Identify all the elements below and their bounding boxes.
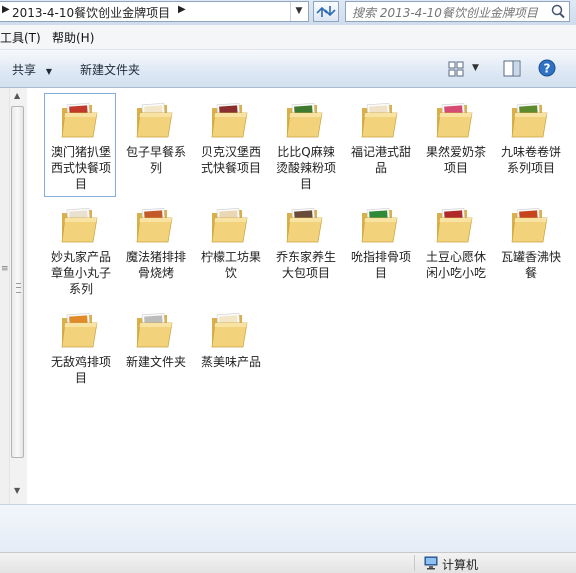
folder-item[interactable]: 魔法猪排排骨烧烤 bbox=[119, 198, 191, 302]
details-pane bbox=[0, 504, 576, 553]
breadcrumb-chevron-icon[interactable]: ▶ bbox=[178, 4, 186, 15]
folder-icon bbox=[61, 102, 98, 138]
folder-name: 果然爱奶茶项目 bbox=[425, 145, 486, 175]
svg-text:?: ? bbox=[544, 62, 551, 76]
address-row: ▶ 2013-4-10餐饮创业金牌项目 ▶ ▼ bbox=[0, 0, 576, 25]
menu-help[interactable]: 帮助(H) bbox=[52, 29, 94, 46]
folder-item[interactable]: 新建文件夹 bbox=[119, 303, 191, 407]
folder-icon bbox=[211, 102, 248, 138]
folder-icon bbox=[436, 207, 473, 243]
folder-icon bbox=[286, 102, 323, 138]
splitter-grip-icon[interactable]: ≡ bbox=[1, 264, 9, 274]
folder-icon bbox=[211, 207, 248, 243]
folder-name: 蒸美味产品 bbox=[200, 355, 261, 369]
folder-icon bbox=[136, 102, 173, 138]
folder-item[interactable]: 无敌鸡排项目 bbox=[44, 303, 116, 407]
view-options-dropdown-icon[interactable]: ▼ bbox=[472, 63, 479, 73]
folder-icon bbox=[61, 312, 98, 348]
folder-icon bbox=[61, 207, 98, 243]
computer-icon bbox=[424, 556, 438, 570]
command-bar: 共享 ▼ 新建文件夹 ▼ ? bbox=[0, 50, 576, 88]
folder-item[interactable]: 蒸美味产品 bbox=[194, 303, 266, 407]
folder-name: 魔法猪排排骨烧烤 bbox=[125, 250, 186, 280]
chevron-down-icon: ▼ bbox=[295, 6, 303, 16]
menu-tools[interactable]: 工具(T) bbox=[0, 29, 41, 46]
search-input[interactable] bbox=[350, 3, 544, 22]
folder-name: 贝克汉堡西式快餐项目 bbox=[200, 145, 261, 175]
address-bar[interactable]: ▶ 2013-4-10餐饮创业金牌项目 ▶ ▼ bbox=[0, 1, 309, 22]
share-button[interactable]: 共享 ▼ bbox=[12, 61, 52, 78]
folder-icon bbox=[511, 102, 548, 138]
folder-item[interactable]: 包子早餐系列 bbox=[119, 93, 191, 197]
folder-icon bbox=[211, 312, 248, 348]
new-folder-button[interactable]: 新建文件夹 bbox=[80, 61, 140, 78]
vertical-scrollbar[interactable]: ▲ ▼ bbox=[9, 88, 28, 504]
preview-pane-icon[interactable] bbox=[503, 60, 521, 77]
refresh-button[interactable] bbox=[313, 1, 339, 22]
folder-item[interactable]: 贝克汉堡西式快餐项目 bbox=[194, 93, 266, 197]
folder-name: 乔东家养生大包项目 bbox=[275, 250, 336, 280]
folder-icon bbox=[136, 312, 173, 348]
refresh-icon bbox=[316, 6, 336, 17]
file-list: 澳门猪扒堡西式快餐项目 包子早餐系列 贝克汉堡西式快餐项目 比比Q麻辣烫酸辣粉项目 福记… bbox=[27, 88, 576, 504]
folder-item[interactable]: 乔东家养生大包项目 bbox=[269, 198, 341, 302]
folder-name: 新建文件夹 bbox=[125, 355, 186, 369]
view-options-icon[interactable] bbox=[448, 61, 464, 77]
folder-item[interactable]: 比比Q麻辣烫酸辣粉项目 bbox=[269, 93, 341, 197]
folder-name: 福记港式甜品 bbox=[350, 145, 411, 175]
folder-name: 吮指排骨项目 bbox=[350, 250, 411, 280]
chevron-down-icon: ▼ bbox=[45, 67, 52, 76]
menu-bar: 工具(T) 帮助(H) bbox=[0, 25, 576, 50]
folder-item[interactable]: 土豆心愿休闲小吃小吃 bbox=[419, 198, 491, 302]
share-button-label: 共享 bbox=[12, 63, 37, 77]
folder-item[interactable]: 瓦罐香沸快餐 bbox=[494, 198, 566, 302]
folder-name: 无敌鸡排项目 bbox=[50, 355, 111, 385]
folder-name: 土豆心愿休闲小吃小吃 bbox=[425, 250, 486, 280]
folder-name: 瓦罐香沸快餐 bbox=[500, 250, 561, 280]
search-box[interactable] bbox=[345, 1, 570, 22]
folder-name: 妙丸家产品章鱼小丸子系列 bbox=[50, 250, 111, 296]
folder-icon bbox=[361, 102, 398, 138]
address-history-dropdown[interactable]: ▼ bbox=[290, 2, 307, 21]
folder-name: 澳门猪扒堡西式快餐项目 bbox=[50, 145, 111, 191]
status-bar: 计算机 bbox=[0, 552, 576, 573]
folder-name: 比比Q麻辣烫酸辣粉项目 bbox=[275, 145, 336, 191]
scroll-up-icon[interactable]: ▲ bbox=[14, 91, 20, 100]
breadcrumb-current-folder[interactable]: 2013-4-10餐饮创业金牌项目 bbox=[12, 4, 170, 21]
folder-name: 九味卷卷饼系列项目 bbox=[500, 145, 561, 175]
folder-icon bbox=[511, 207, 548, 243]
folder-item[interactable]: 九味卷卷饼系列项目 bbox=[494, 93, 566, 197]
folder-name: 包子早餐系列 bbox=[125, 145, 186, 175]
search-icon[interactable] bbox=[549, 3, 567, 20]
folder-item[interactable]: 柠檬工坊果饮 bbox=[194, 198, 266, 302]
folder-item[interactable]: 吮指排骨项目 bbox=[344, 198, 416, 302]
folder-icon bbox=[436, 102, 473, 138]
computer-label: 计算机 bbox=[442, 558, 479, 572]
folder-icon bbox=[286, 207, 323, 243]
folder-icon bbox=[361, 207, 398, 243]
folder-icon bbox=[136, 207, 173, 243]
folder-item[interactable]: 果然爱奶茶项目 bbox=[419, 93, 491, 197]
scrollbar-thumb[interactable] bbox=[11, 106, 24, 458]
scroll-down-icon[interactable]: ▼ bbox=[14, 486, 20, 495]
folder-item[interactable]: 福记港式甜品 bbox=[344, 93, 416, 197]
breadcrumb-separator-icon[interactable]: ▶ bbox=[2, 4, 10, 15]
folder-item[interactable]: 妙丸家产品章鱼小丸子系列 bbox=[44, 198, 116, 302]
folder-name: 柠檬工坊果饮 bbox=[200, 250, 261, 280]
help-icon[interactable]: ? bbox=[538, 59, 556, 77]
folder-item[interactable]: 澳门猪扒堡西式快餐项目 bbox=[44, 93, 116, 197]
